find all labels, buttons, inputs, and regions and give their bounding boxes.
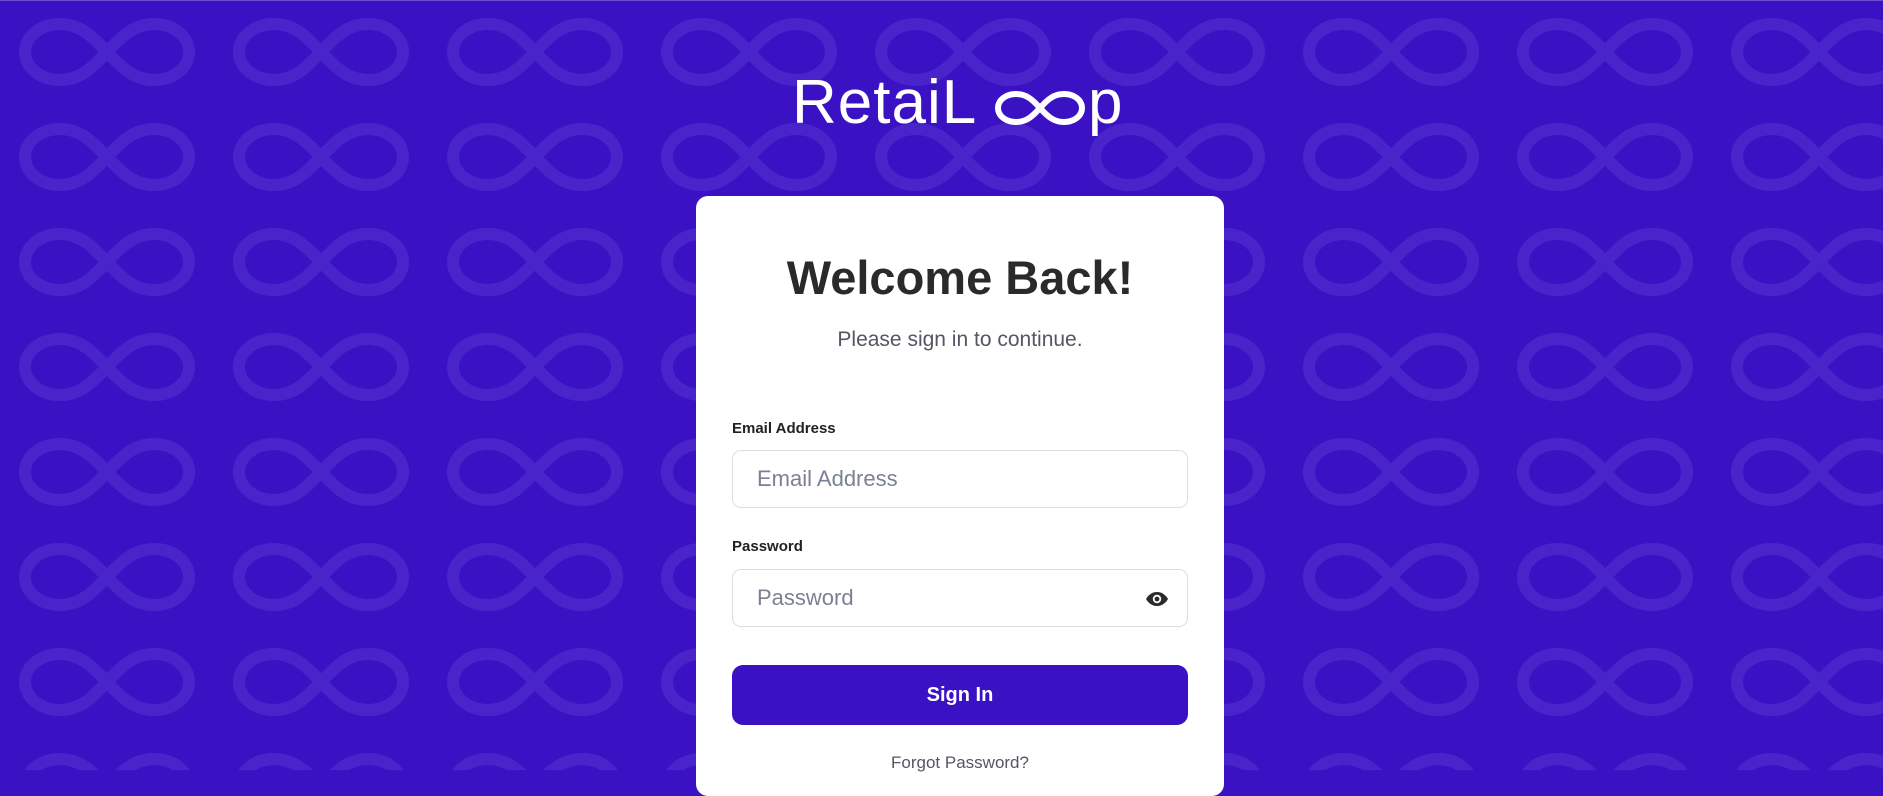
email-field: [732, 450, 1188, 508]
page-subtitle: Please sign in to continue.: [837, 328, 1083, 351]
password-label: Password: [732, 538, 803, 555]
forgot-password-link[interactable]: Forgot Password?: [696, 752, 1224, 774]
eye-icon[interactable]: [1145, 588, 1169, 610]
logo-text: RetaiL: [792, 68, 978, 137]
email-input[interactable]: [757, 451, 1137, 507]
infinity-icon: [994, 90, 1086, 126]
login-card: Welcome Back! Please sign in to continue…: [696, 196, 1224, 796]
logo-text-suffix: p: [1088, 68, 1124, 137]
email-label: Email Address: [732, 420, 836, 437]
top-edge: [0, 0, 1883, 1]
password-field: [732, 569, 1188, 627]
page-title: Welcome Back!: [786, 251, 1134, 304]
password-input[interactable]: [757, 570, 1137, 626]
brand-logo: RetaiL p: [792, 66, 1128, 140]
sign-in-button[interactable]: Sign In: [732, 665, 1188, 725]
